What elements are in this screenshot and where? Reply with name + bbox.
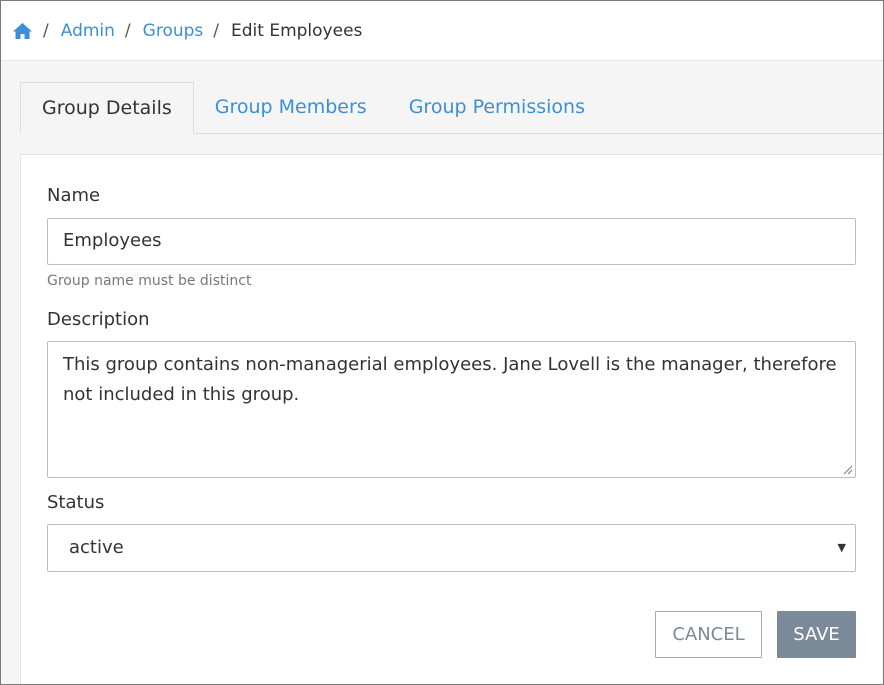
tab-group-members[interactable]: Group Members: [194, 82, 388, 133]
save-button[interactable]: SAVE: [777, 611, 856, 658]
status-label: Status: [47, 492, 105, 513]
breadcrumb-admin-link[interactable]: Admin: [61, 21, 115, 41]
name-label: Name: [47, 185, 101, 206]
tab-bar: Group Details Group Members Group Permis…: [20, 82, 883, 134]
tab-group-details[interactable]: Group Details: [20, 82, 194, 134]
breadcrumb-separator: /: [213, 20, 220, 41]
breadcrumb-groups-link[interactable]: Groups: [143, 21, 204, 41]
status-value: active: [69, 537, 124, 558]
tab-group-permissions[interactable]: Group Permissions: [388, 82, 606, 133]
group-details-panel: Name Employees Group name must be distin…: [20, 154, 882, 684]
app-window: / Admin / Groups / Edit Employees Group …: [0, 0, 884, 685]
home-icon[interactable]: [12, 22, 33, 40]
description-textarea[interactable]: This group contains non-managerial emplo…: [47, 341, 856, 478]
breadcrumb: / Admin / Groups / Edit Employees: [1, 1, 883, 61]
name-input[interactable]: Employees: [47, 218, 856, 265]
description-text: This group contains non-managerial emplo…: [63, 354, 837, 405]
breadcrumb-separator: /: [124, 20, 131, 41]
name-help-text: Group name must be distinct: [47, 273, 252, 289]
cancel-button[interactable]: CANCEL: [655, 611, 762, 658]
status-select[interactable]: active ▼: [47, 524, 856, 572]
description-label: Description: [47, 309, 150, 330]
breadcrumb-separator: /: [43, 20, 49, 41]
resize-grip-icon[interactable]: [843, 465, 853, 475]
caret-down-icon: ▼: [837, 541, 846, 554]
breadcrumb-current: Edit Employees: [231, 20, 363, 41]
